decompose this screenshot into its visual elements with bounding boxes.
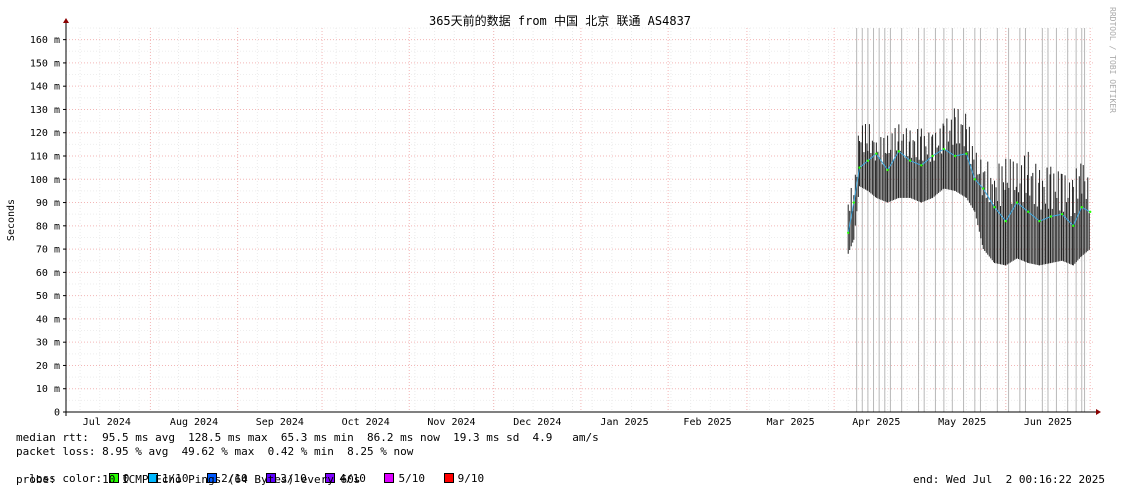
- x-tick-label: Nov 2024: [427, 417, 475, 428]
- median-point: [982, 187, 985, 190]
- median-point: [931, 154, 934, 158]
- median-point: [1049, 215, 1052, 218]
- x-tick-label: Dec 2024: [513, 417, 561, 428]
- loss-color-item: 5/10: [384, 472, 425, 485]
- y-axis-arrow: [63, 18, 69, 23]
- median-point: [875, 152, 878, 155]
- median-point: [866, 159, 870, 162]
- loss-color-swatch: [384, 473, 395, 483]
- x-tick-label: May 2025: [938, 417, 986, 428]
- median-point: [942, 147, 946, 151]
- median-point: [920, 164, 923, 167]
- median-point: [1072, 224, 1075, 228]
- median-point: [858, 166, 861, 169]
- y-tick-label: 140 m: [30, 82, 60, 93]
- loss-color-text: 5/10: [398, 472, 425, 485]
- loss-color-item: 9/10: [443, 472, 485, 485]
- median-point: [953, 154, 957, 158]
- x-tick-label: Sep 2024: [256, 417, 304, 428]
- x-tick-label: Feb 2025: [683, 417, 731, 428]
- y-tick-label: 0: [54, 408, 60, 419]
- median-point: [847, 231, 850, 234]
- x-tick-label: Aug 2024: [170, 417, 218, 428]
- probe-info: probe: 10 ICMP Echo Pings (64 Bytes) eve…: [16, 473, 361, 486]
- median-point: [1088, 210, 1092, 214]
- y-tick-label: 70 m: [36, 245, 60, 256]
- y-tick-label: 150 m: [30, 58, 60, 69]
- y-tick-label: 100 m: [30, 175, 60, 186]
- y-tick-label: 20 m: [36, 361, 60, 372]
- x-tick-label: Apr 2025: [852, 417, 900, 428]
- x-tick-label: Mar 2025: [766, 417, 814, 428]
- y-axis-label: Seconds: [6, 199, 17, 241]
- y-tick-label: 40 m: [36, 314, 60, 325]
- median-point: [965, 152, 968, 155]
- median-point: [908, 159, 912, 162]
- packet-loss-stats: packet loss: 8.95 % avg 49.62 % max 0.42…: [16, 445, 414, 458]
- end-time: end: Wed Jul 2 00:16:22 2025: [912, 473, 1105, 486]
- x-tick-label: Jul 2024: [83, 417, 131, 428]
- latency-chart: 0 10 m 20 m 30 m 40 m 50 m 60 m 70 m 80 m 90 m 100…: [6, 7, 1117, 428]
- median-point: [973, 178, 977, 181]
- median-point: [1027, 210, 1030, 214]
- median-point: [886, 168, 889, 172]
- x-tick-label: Jun 2025: [1024, 417, 1072, 428]
- median-point: [1015, 201, 1019, 204]
- y-tick-label: 50 m: [36, 291, 60, 302]
- y-tick-label: 90 m: [36, 198, 60, 209]
- median-point: [1038, 219, 1041, 223]
- x-axis-arrow: [1096, 409, 1101, 415]
- x-tick-label: Oct 2024: [342, 417, 390, 428]
- median-point: [1060, 212, 1064, 216]
- median-point: [897, 150, 901, 153]
- y-tick-labels: 0 10 m 20 m 30 m 40 m 50 m 60 m 70 m 80 m 90 m 100…: [30, 35, 66, 419]
- chart-grid: [66, 27, 1093, 413]
- median-rtt-stats: median rtt: 95.5 ms avg 128.5 ms max 65.…: [16, 431, 599, 444]
- median-point: [852, 201, 856, 204]
- y-tick-label: 10 m: [36, 384, 60, 395]
- y-tick-label: 30 m: [36, 338, 60, 349]
- chart-title: 365天前的数据 from 中国 北京 联通 AS4837: [429, 13, 691, 28]
- y-tick-label: 160 m: [30, 35, 60, 46]
- y-tick-label: 80 m: [36, 221, 60, 232]
- x-tick-label: Jan 2025: [600, 417, 648, 428]
- median-point: [1080, 206, 1083, 209]
- median-point: [1004, 219, 1007, 223]
- y-tick-label: 130 m: [30, 105, 60, 116]
- x-tick-labels: Jul 2024 Aug 2024 Sep 2024 Oct 2024 Nov 2024…: [83, 417, 1072, 428]
- watermark: RRDTOOL / TOBI OETIKER: [1108, 7, 1117, 113]
- latency-series: [847, 108, 1092, 266]
- y-tick-label: 110 m: [30, 152, 60, 163]
- y-tick-label: 120 m: [30, 128, 60, 139]
- chart-axes: [63, 18, 1101, 416]
- loss-color-swatch: [443, 473, 454, 483]
- y-tick-label: 60 m: [36, 268, 60, 279]
- median-point: [993, 206, 996, 209]
- loss-color-text: 9/10: [457, 472, 485, 485]
